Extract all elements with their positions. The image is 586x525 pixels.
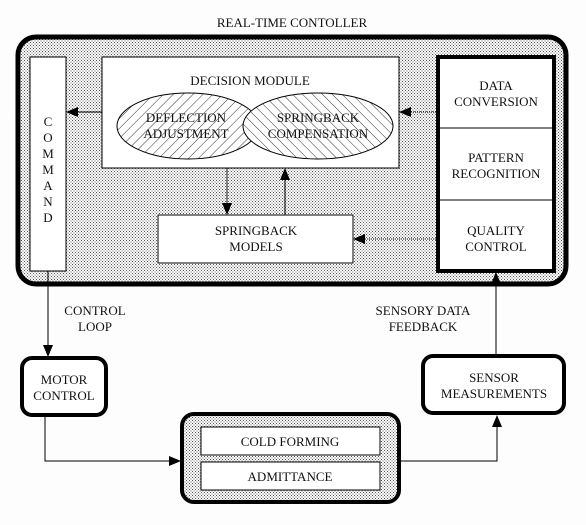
diagram-title: REAL-TIME CONTOLLER	[217, 15, 368, 30]
command-letter: N	[43, 194, 53, 209]
process-container: COLD FORMING ADMITTANCE	[180, 412, 401, 504]
svg-text:CONTROL: CONTROL	[64, 303, 125, 318]
cold-forming-box: COLD FORMING	[200, 426, 381, 456]
command-letter: A	[43, 178, 53, 193]
arrow-process-to-sensor	[399, 415, 502, 462]
command-letter: M	[42, 162, 54, 177]
svg-text:QUALITY: QUALITY	[467, 223, 525, 238]
svg-text:RECOGNITION: RECOGNITION	[452, 166, 541, 181]
command-box: C O M M A N D	[29, 56, 67, 272]
svg-text:COMPENSATION: COMPENSATION	[268, 126, 369, 141]
admittance-box: ADMITTANCE	[200, 461, 381, 491]
motor-control-box: MOTOR CONTROL	[20, 356, 108, 417]
svg-text:DATA: DATA	[479, 78, 513, 93]
svg-text:MEASUREMENTS: MEASUREMENTS	[441, 386, 547, 401]
svg-text:SENSORY DATA: SENSORY DATA	[376, 303, 472, 318]
springback-models-box: SPRINGBACK MODELS	[157, 214, 354, 264]
svg-text:FEEDBACK: FEEDBACK	[389, 319, 458, 334]
decision-module-title: DECISION MODULE	[190, 73, 310, 88]
svg-text:MOTOR: MOTOR	[41, 372, 88, 387]
springback-compensation-label: SPRINGBACK COMPENSATION	[268, 110, 369, 141]
sensor-measurements-box: SENSOR MEASUREMENTS	[421, 354, 566, 415]
svg-text:MODELS: MODELS	[229, 239, 282, 254]
svg-text:SPRINGBACK: SPRINGBACK	[215, 223, 298, 238]
arrow-motor-to-process	[44, 415, 181, 466]
command-letter: D	[43, 210, 52, 225]
svg-text:CONTROL: CONTROL	[33, 388, 94, 403]
command-letter: M	[42, 146, 54, 161]
decision-module: DECISION MODULE DEFLECTION ADJUSTMENT SP…	[101, 56, 400, 169]
control-loop-label: CONTROL LOOP	[64, 303, 125, 334]
svg-text:CONVERSION: CONVERSION	[454, 94, 538, 109]
sensory-feedback-label: SENSORY DATA FEEDBACK	[376, 303, 472, 334]
svg-text:COLD FORMING: COLD FORMING	[241, 434, 340, 449]
svg-text:LOOP: LOOP	[78, 319, 112, 334]
svg-text:PATTERN: PATTERN	[468, 150, 524, 165]
diagram-canvas: REAL-TIME CONTOLLER C O M M A N D DECISI…	[15, 15, 569, 504]
svg-text:SPRINGBACK: SPRINGBACK	[277, 110, 360, 125]
quality-control-cell: QUALITY CONTROL	[465, 223, 526, 254]
command-letter: O	[43, 130, 52, 145]
svg-text:CONTROL: CONTROL	[465, 239, 526, 254]
svg-text:DEFLECTION: DEFLECTION	[146, 110, 227, 125]
sensor-processing-stack: DATA CONVERSION PATTERN RECOGNITION QUAL…	[436, 55, 556, 273]
svg-text:SENSOR: SENSOR	[469, 370, 519, 385]
svg-text:ADMITTANCE: ADMITTANCE	[248, 469, 333, 484]
svg-text:ADJUSTMENT: ADJUSTMENT	[143, 126, 228, 141]
command-letter: C	[44, 114, 53, 129]
